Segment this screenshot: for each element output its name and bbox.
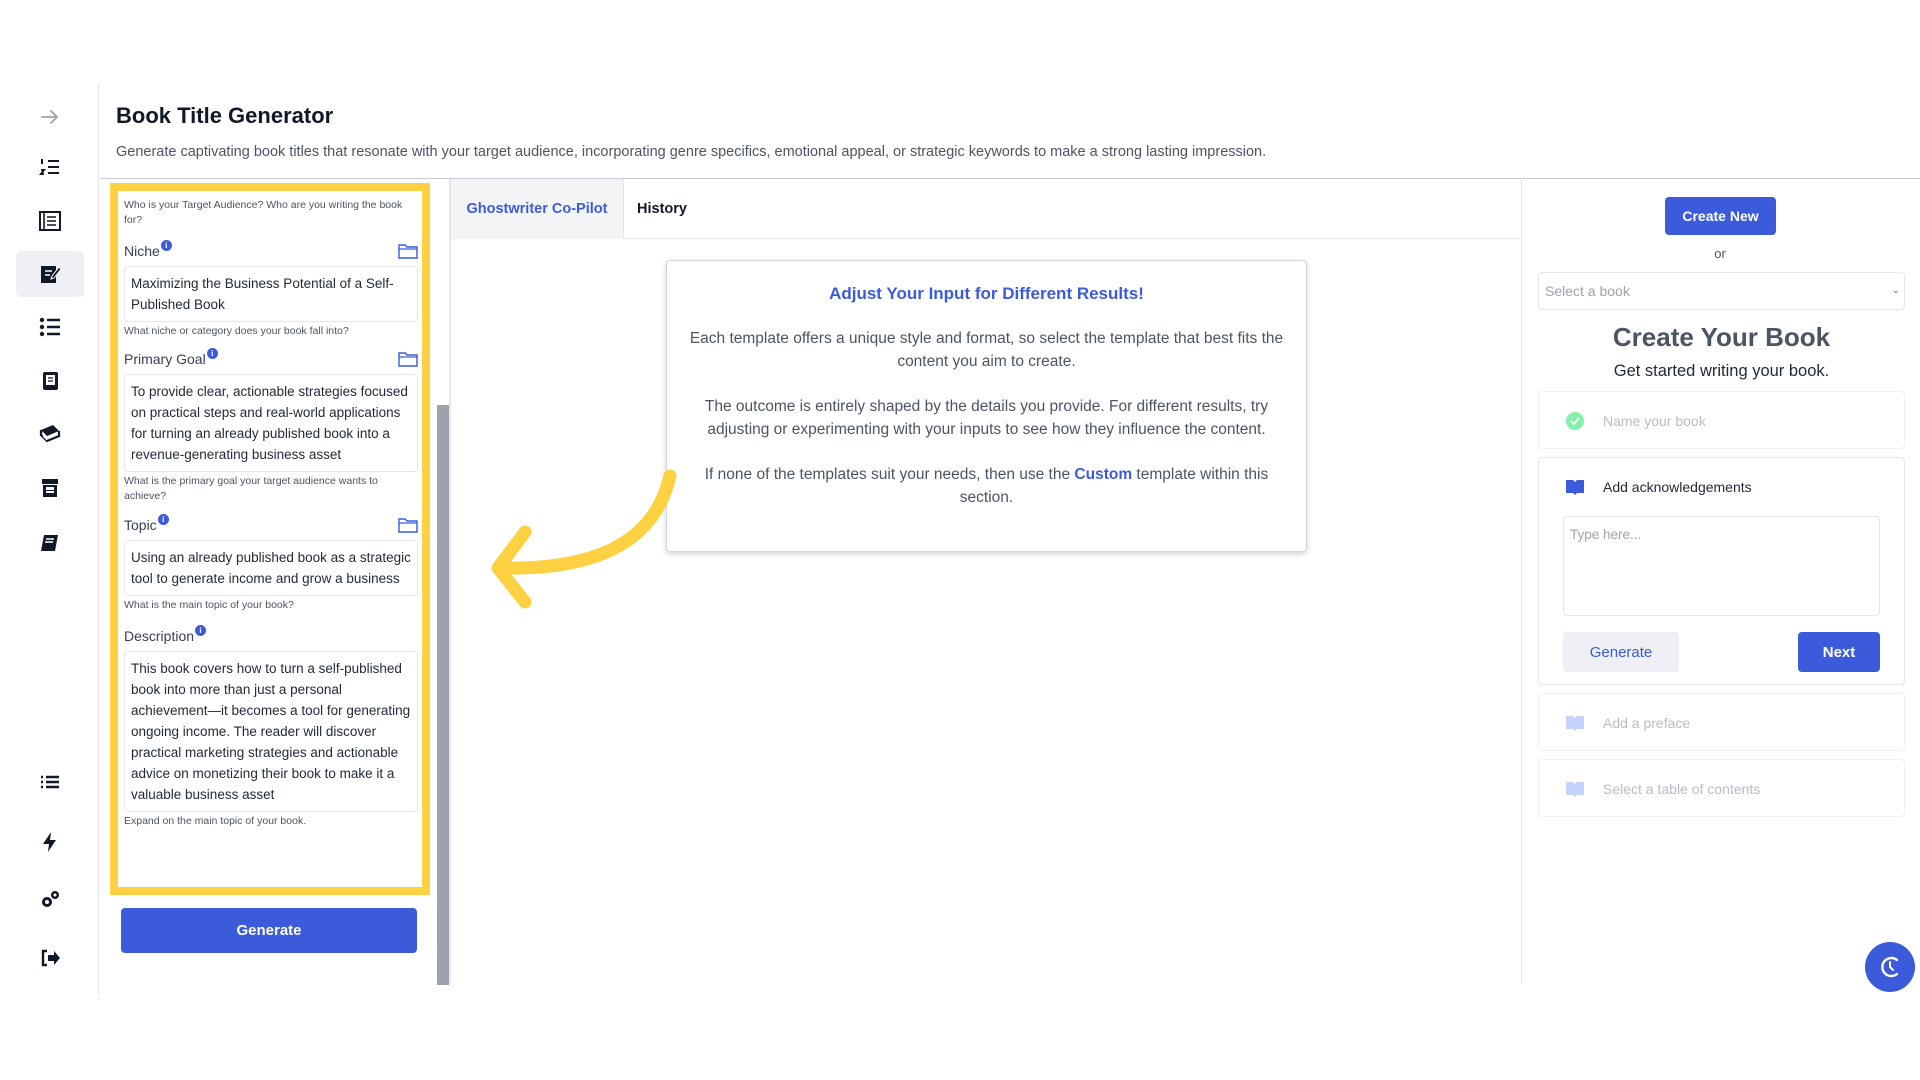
info-card-title: Adjust Your Input for Different Results! [829, 284, 1144, 303]
niche-label: Niche [124, 243, 160, 259]
create-your-book-title: Create Your Book [1612, 322, 1831, 352]
sidebar-item-settings[interactable] [16, 877, 84, 923]
topic-label-row: Topic i [124, 514, 418, 536]
generate-acknowledgements-button[interactable]: Generate [1563, 632, 1679, 672]
sidebar-item-book[interactable] [16, 520, 84, 566]
sidebar-item-generators[interactable] [16, 251, 84, 297]
select-book-placeholder: Select a book [1545, 283, 1630, 299]
niche-hint: What niche or category does your book fa… [124, 325, 349, 337]
sidebar-item-archive[interactable] [16, 465, 84, 511]
sidebar-rail [0, 84, 99, 994]
sidebar-item-quick-actions[interactable] [16, 819, 84, 865]
primary-goal-input[interactable]: To provide clear, actionable strategies … [124, 374, 418, 472]
folder-icon[interactable] [398, 351, 418, 367]
primary-goal-hint: What is the primary goal your target aud… [124, 475, 378, 502]
description-hint: Expand on the main topic of your book. [124, 815, 307, 827]
primary-goal-label-row: Primary Goal i [124, 348, 418, 370]
create-your-book-subtitle: Get started writing your book. [1613, 362, 1830, 380]
bullet-list-icon [39, 317, 60, 337]
support-chat-button[interactable] [1865, 942, 1915, 992]
book-icon [41, 535, 58, 551]
step-name-your-book[interactable]: Name your book [1538, 391, 1905, 449]
acknowledgements-input[interactable]: Type here... [1563, 516, 1880, 616]
arrow-right-icon [41, 110, 59, 124]
archive-icon [42, 479, 58, 497]
info-card-paragraph: The outcome is entirely shaped by the de… [704, 398, 1269, 438]
topic-label: Topic [124, 517, 157, 533]
info-icon[interactable]: i [206, 348, 218, 359]
step-table-of-contents[interactable]: Select a table of contents [1538, 759, 1905, 817]
tab-ghostwriter-co-pilot[interactable]: Ghostwriter Co-Pilot [451, 179, 624, 239]
panel-divider [1521, 179, 1522, 984]
check-circle-icon [1566, 412, 1584, 430]
topic-input[interactable]: Using an already published book as a str… [124, 540, 418, 596]
chat-icon [1881, 956, 1899, 978]
target-audience-hint: Who is your Target Audience? Who are you… [124, 199, 403, 226]
or-separator: or [1714, 246, 1726, 261]
custom-template-link[interactable]: Custom [1074, 466, 1132, 483]
info-card-paragraph: If none of the templates suit your needs… [689, 463, 1284, 509]
niche-input[interactable]: Maximizing the Business Potential of a S… [124, 266, 418, 322]
sidebar-item-logout[interactable] [16, 935, 84, 981]
topic-hint: What is the main topic of your book? [124, 599, 294, 611]
form-fields-highlighted: Who is your Target Audience? Who are you… [110, 183, 430, 895]
edit-document-icon [41, 266, 62, 283]
pointer-arrow [491, 469, 677, 609]
numbered-list-icon [39, 159, 59, 175]
open-book-icon [1566, 782, 1584, 797]
panel-divider [450, 179, 451, 984]
folder-icon[interactable] [398, 517, 418, 533]
menu-list-icon [41, 775, 59, 789]
niche-label-row: Niche i [124, 240, 418, 262]
open-book-icon [1566, 480, 1584, 495]
bolt-icon [43, 832, 56, 852]
open-book-icon [1566, 716, 1584, 731]
expand-sidebar-button[interactable] [16, 94, 84, 140]
step-acknowledgements: Add acknowledgements Type here... Genera… [1538, 457, 1905, 685]
next-button[interactable]: Next [1798, 632, 1880, 672]
description-input[interactable]: This book covers how to turn a self-publ… [124, 651, 418, 812]
info-card-paragraph: Each template offers a unique style and … [689, 330, 1284, 370]
select-book-dropdown[interactable]: Select a book ⌄ [1538, 272, 1905, 310]
settings-icon [42, 891, 59, 907]
book-pages-icon [39, 211, 61, 231]
tablet-book-icon [43, 372, 58, 390]
folder-icon[interactable] [398, 243, 418, 259]
form-scrollbar[interactable] [437, 405, 449, 985]
info-icon[interactable]: i [160, 240, 172, 251]
step-label: Add a preface [1603, 715, 1691, 731]
info-card-text: If none of the templates suit your needs… [704, 466, 1075, 483]
tab-bar: Ghostwriter Co-Pilot History [451, 179, 1521, 239]
form-panel: Who is your Target Audience? Who are you… [100, 179, 450, 984]
sidebar-item-pages[interactable] [16, 198, 84, 244]
description-label: Description [124, 628, 195, 644]
primary-goal-label: Primary Goal [124, 351, 206, 367]
create-new-button[interactable]: Create New [1665, 197, 1776, 235]
step-preface[interactable]: Add a preface [1538, 693, 1905, 751]
generate-button[interactable]: Generate [121, 908, 417, 953]
sidebar-item-chapters[interactable] [16, 304, 84, 350]
chevron-down-icon: ⌄ [1891, 285, 1900, 296]
info-card: Adjust Your Input for Different Results!… [666, 260, 1307, 552]
page-title: Book Title Generator [116, 103, 334, 128]
books-stack-icon [39, 425, 61, 443]
description-label-row: Description i [124, 625, 418, 647]
sidebar-item-ebook[interactable] [16, 358, 84, 404]
info-icon[interactable]: i [195, 625, 207, 636]
step-label: Name your book [1603, 413, 1706, 429]
logout-icon [41, 949, 60, 967]
sidebar-item-outline[interactable] [16, 144, 84, 190]
tab-history[interactable]: History [637, 179, 687, 239]
sidebar-item-menu[interactable] [16, 760, 84, 806]
step-label: Select a table of contents [1603, 781, 1761, 797]
info-icon[interactable]: i [157, 514, 169, 525]
sidebar-item-library[interactable] [16, 411, 84, 457]
page-description: Generate captivating book titles that re… [116, 144, 1267, 160]
step-label: Add acknowledgements [1603, 479, 1752, 495]
